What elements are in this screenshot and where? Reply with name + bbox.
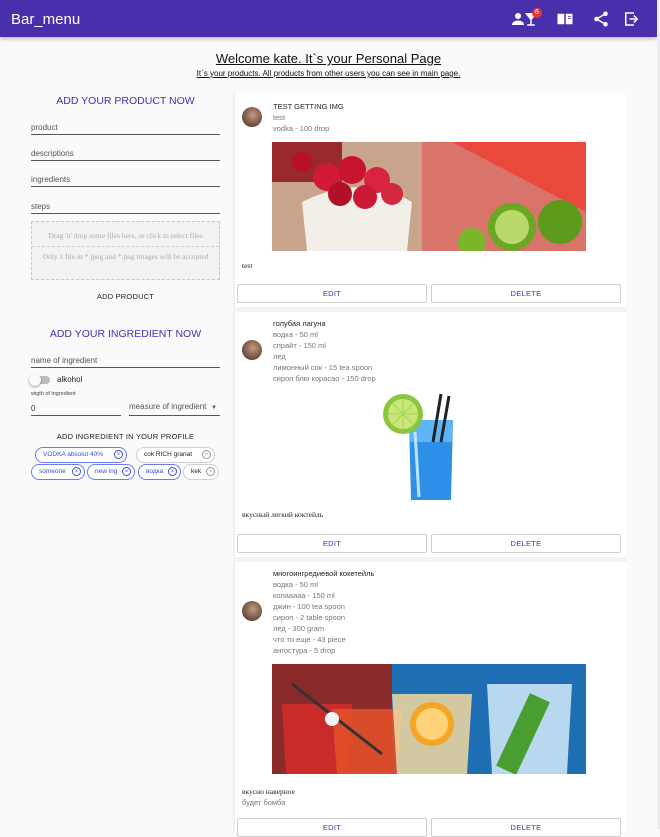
cart-count-badge: 6 xyxy=(532,8,542,18)
chip-remove-icon[interactable]: × xyxy=(114,450,123,459)
card-divider xyxy=(233,557,626,562)
product-line: vodka - 100 drop xyxy=(273,124,330,133)
dropdown-arrow-icon: ▼ xyxy=(211,405,217,411)
alkohol-toggle[interactable] xyxy=(29,374,50,386)
ingredient-name-input[interactable] xyxy=(31,354,220,368)
dropzone-text: Drag 'n' drop some files here, or click … xyxy=(48,231,203,240)
add-product-title: ADD YOUR PRODUCT NOW xyxy=(56,95,195,107)
product-title: многоингредиевой кокетейль xyxy=(273,569,375,578)
product-line: test xyxy=(273,113,286,122)
share-icon[interactable] xyxy=(592,10,610,28)
chip-remove-icon[interactable]: × xyxy=(202,450,211,459)
product-description: вкусный легкий коктейль xyxy=(242,510,324,519)
card-divider xyxy=(233,307,626,312)
product-input[interactable] xyxy=(31,121,220,135)
weight-input[interactable] xyxy=(31,402,121,416)
chip-label: водка xyxy=(146,468,164,475)
products-feed: TEST GETTING IMG test vodka - 100 drop t… xyxy=(233,93,626,837)
ingredients-input[interactable] xyxy=(31,173,220,187)
chip-remove-icon[interactable]: × xyxy=(168,467,177,476)
product-line: что то еще - 43 piece xyxy=(273,635,346,644)
ingredient-chip[interactable]: cok RICH granat × xyxy=(136,447,215,463)
ingredient-chip[interactable]: водка × xyxy=(138,464,181,480)
dropzone-hint: Only 1 file in *.jpeg and *.png images w… xyxy=(42,252,209,261)
add-ingredient-button[interactable]: ADD INGREDIENT IN YOUR PROFILE xyxy=(31,432,220,441)
alkohol-label: alkohol xyxy=(57,375,83,384)
ingredient-chip[interactable]: VODKA absolut 40% × xyxy=(35,447,127,463)
product-image xyxy=(272,664,586,774)
chip-remove-icon[interactable]: × xyxy=(122,467,131,476)
measure-placeholder: measure of ingredient xyxy=(129,402,207,411)
delete-button[interactable]: DELETE xyxy=(431,534,621,553)
delete-button[interactable]: DELETE xyxy=(431,818,621,837)
ingredient-chip[interactable]: kek × xyxy=(183,464,219,480)
chip-label: new ing xyxy=(95,468,118,475)
product-line: лед - 300 gram xyxy=(273,624,325,633)
product-description: test xyxy=(242,261,253,270)
product-title: голубая лагуна xyxy=(273,319,326,328)
avatar xyxy=(242,107,262,127)
edit-button[interactable]: EDIT xyxy=(237,284,427,303)
avatar xyxy=(242,601,262,621)
chip-remove-icon[interactable]: × xyxy=(72,467,81,476)
steps-input[interactable] xyxy=(31,200,220,214)
chip-label: cok RICH granat xyxy=(144,451,193,458)
chip-label: kek xyxy=(191,468,202,475)
dropzone-divider xyxy=(32,246,219,247)
avatar xyxy=(242,340,262,360)
product-line: сироп блю корасао - 150 drop xyxy=(273,374,376,383)
product-line: спрайт - 150 ml xyxy=(273,341,326,350)
edit-button[interactable]: EDIT xyxy=(237,534,427,553)
add-product-button[interactable]: ADD PRODUCT xyxy=(31,292,220,301)
ingredient-chip[interactable]: someone × xyxy=(31,464,85,480)
product-line: водка - 50 ml xyxy=(273,330,318,339)
toggle-knob xyxy=(29,374,41,386)
product-line: лимонный сок - 15 tea spoon xyxy=(273,363,373,372)
product-line: ангостура - 5 drop xyxy=(273,646,336,655)
product-description: вкусно наверное xyxy=(242,787,295,796)
file-dropzone[interactable]: Drag 'n' drop some files here, or click … xyxy=(31,221,220,280)
product-line: лед xyxy=(273,352,286,361)
logout-icon[interactable] xyxy=(622,10,640,28)
product-line: колааааа - 150 ml xyxy=(273,591,335,600)
product-line: джин - 100 tea spoon xyxy=(273,602,345,611)
delete-button[interactable]: DELETE xyxy=(431,284,621,303)
app-title[interactable]: Bar_menu xyxy=(11,11,80,28)
ingredient-chip[interactable]: new ing × xyxy=(87,464,135,480)
edit-button[interactable]: EDIT xyxy=(237,818,427,837)
welcome-heading: Welcome kate. It`s your Personal Page xyxy=(215,51,442,66)
product-extra: будет бомба xyxy=(242,798,286,807)
product-line: водка - 50 ml xyxy=(273,580,318,589)
product-title: TEST GETTING IMG xyxy=(273,102,344,111)
chip-remove-icon[interactable]: × xyxy=(206,467,215,476)
chip-label: VODKA absolut 40% xyxy=(43,451,103,458)
product-image xyxy=(381,392,471,502)
measure-select[interactable]: measure of ingredient ▼ xyxy=(129,402,220,416)
weight-label: wigth of ingredient xyxy=(31,391,76,397)
menu-book-icon[interactable] xyxy=(556,10,574,28)
descriptions-input[interactable] xyxy=(31,147,220,161)
product-image xyxy=(272,142,586,251)
welcome-subheading[interactable]: It`s your products. All products from ot… xyxy=(0,69,657,78)
feed-shadow xyxy=(233,93,235,833)
app-bar: Bar_menu 6 xyxy=(0,0,657,37)
add-ingredient-title: ADD YOUR INGREDIENT NOW xyxy=(49,328,202,340)
product-line: сироп - 2 table spoon xyxy=(273,613,346,622)
chip-label: someone xyxy=(39,468,66,475)
